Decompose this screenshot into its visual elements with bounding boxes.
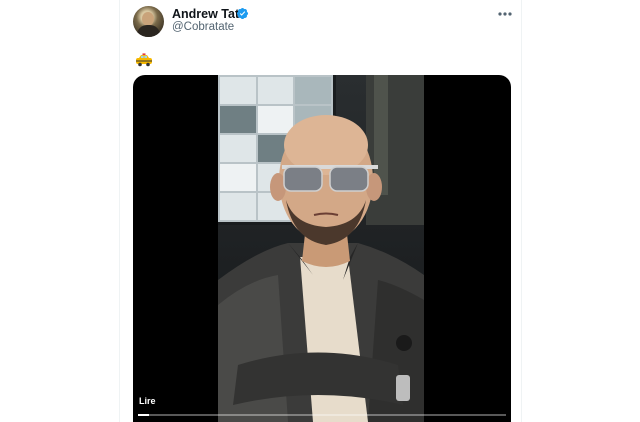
video-person-image [218, 115, 424, 422]
avatar[interactable] [133, 6, 164, 37]
video-frame [218, 75, 424, 422]
tweet-card[interactable]: Andrew Tate @Cobratate Lire [119, 0, 522, 422]
verified-badge-icon [236, 7, 249, 20]
more-horizontal-icon[interactable] [496, 7, 514, 21]
user-handle[interactable]: @Cobratate [172, 21, 234, 33]
play-label[interactable]: Lire [139, 396, 156, 406]
display-name[interactable]: Andrew Tate [172, 7, 246, 21]
taxi-emoji-icon [136, 53, 152, 67]
video-progress-bar[interactable] [138, 414, 506, 416]
video-player[interactable]: Lire [133, 75, 511, 422]
video-progress-fill [138, 414, 150, 416]
